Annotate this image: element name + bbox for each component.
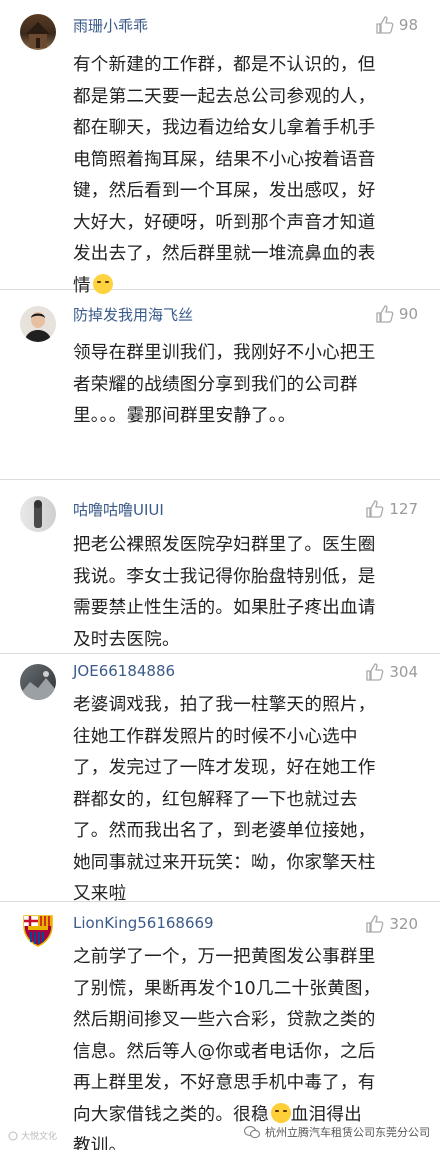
text-line: 了，发完过了一阵才发现，好在她工作 <box>73 758 376 778</box>
comment-3: 咕噜咕噜UIUI 127 把老公裸照发医院孕妇群里了。医生圈 我说。李女士我记得… <box>0 480 440 654</box>
username[interactable]: 防掉发我用海飞丝 <box>73 304 193 325</box>
watermark-right: 杭州立腾汽车租赁公司东莞分公司 <box>244 1124 430 1140</box>
avatar[interactable] <box>20 664 56 700</box>
text-line: 再上群里发，不好意思手机中毒了，有 <box>73 1073 376 1093</box>
text-line: 都是第二天要一起去总公司参观的人， <box>73 86 376 107</box>
text-fragment: 血泪得出 <box>290 1104 362 1125</box>
comment-4: JOE66184886 304 老婆调戏我，拍了我一柱擎天的照片， 往她工作群发… <box>0 654 440 904</box>
like-count: 90 <box>398 305 418 323</box>
text-line: 群都女的，红包解释了一下也就过去 <box>73 789 358 810</box>
text-line: 往她工作群发照片的时候不小心选中 <box>73 726 358 747</box>
text-line: 里。。。霎那间群里安静了。。 <box>73 406 296 426</box>
text-line: 老婆调戏我，拍了我一柱擎天的照片， <box>73 695 376 715</box>
text-line: 之前学了一个，万一把黄图发公事群里 <box>73 947 376 967</box>
thumbs-up-icon <box>366 663 384 681</box>
comment-text: 之前学了一个，万一把黄图发公事群里 了别慌，果断再发个10几二十张黄图， 然后期… <box>73 942 425 1150</box>
like-count: 127 <box>389 500 418 518</box>
like-button[interactable]: 127 <box>365 499 418 519</box>
like-button[interactable]: 320 <box>365 914 418 934</box>
text-line: 键，然后看到一个耳屎，发出感叹，好 <box>73 181 376 201</box>
comment-text: 老婆调戏我，拍了我一柱擎天的照片， 往她工作群发照片的时候不小心选中 了，发完过… <box>73 690 425 911</box>
text-fragment: 向大家借钱之类的。很稳 <box>73 1104 269 1125</box>
house-icon <box>26 22 50 48</box>
comment-text: 把老公裸照发医院孕妇群里了。医生圈 我说。李女士我记得你胎盘特别低，是 需要禁止… <box>73 530 425 656</box>
avatar[interactable] <box>20 14 56 50</box>
text-line: 发出去了，然后群里就一堆流鼻血的表 <box>73 244 376 264</box>
figure-icon <box>34 500 42 528</box>
like-button[interactable]: 98 <box>375 15 418 35</box>
watermark-left-text: 大悦文化 <box>21 1132 58 1142</box>
text-line: 她同事就过来开玩笑：呦，你家擎天柱 <box>73 852 376 873</box>
text-line: 及时去医院。 <box>73 629 180 650</box>
text-line: 把老公裸照发医院孕妇群里了。医生圈 <box>73 535 376 555</box>
like-button[interactable]: 90 <box>375 304 418 324</box>
comment-2: 防掉发我用海飞丝 90 领导在群里训我们，我刚好不小心把王 者荣耀的战绩图分享到… <box>0 290 440 480</box>
username[interactable]: LionKing56168669 <box>73 914 214 932</box>
avatar[interactable] <box>20 912 56 948</box>
fc-barcelona-crest-icon <box>23 915 53 947</box>
like-count: 98 <box>398 16 418 34</box>
comment-1: 雨珊小乖乖 98 有个新建的工作群，都是不认识的，但 都是第二天要一起去总公司参… <box>0 0 440 296</box>
thumbs-up-icon <box>366 500 384 518</box>
thumbs-up-icon <box>376 305 394 323</box>
watermark-right-text: 杭州立腾汽车租赁公司东莞分公司 <box>265 1126 430 1139</box>
like-count: 304 <box>389 663 418 681</box>
comment-text: 领导在群里训我们，我刚好不小心把王 者荣耀的战绩图分享到我们的公司群 里。。。霎… <box>73 338 425 433</box>
avatar[interactable] <box>20 496 56 532</box>
thumbs-up-icon <box>366 915 384 933</box>
like-button[interactable]: 304 <box>365 662 418 682</box>
text-line: 然后期间掺叉一些六合彩，贷款之类的 <box>73 1010 376 1030</box>
logo-icon <box>8 1131 18 1140</box>
text-line: 都在聊天，我边看边给女儿拿着手机手 <box>73 118 376 138</box>
text-line: 我说。李女士我记得你胎盘特别低，是 <box>73 566 376 587</box>
username[interactable]: JOE66184886 <box>73 662 175 680</box>
text-line: 电筒照着掏耳屎，结果不小心按着语音 <box>73 149 376 170</box>
person-icon <box>24 312 52 342</box>
text-line: 了别慌，果断再发个10几二十张黄图， <box>73 978 381 999</box>
wechat-icon <box>244 1125 260 1139</box>
text-line: 信息。然后等人@你或者电话你，之后 <box>73 1041 376 1062</box>
text-line: 领导在群里训我们，我刚好不小心把王 <box>73 343 376 363</box>
watermark-left: 大悦文化 <box>8 1129 57 1142</box>
landscape-icon <box>20 671 56 700</box>
text-line: 大好大，好硬呀，听到那个声音才知道 <box>73 212 376 233</box>
username[interactable]: 咕噜咕噜UIUI <box>73 499 164 520</box>
text-line: 了。然而我出名了，到老婆单位接她， <box>73 821 376 841</box>
text-line: 需要禁止性生活的。如果肚子疼出血请 <box>73 598 376 618</box>
thumbs-up-icon <box>376 16 394 34</box>
text-line: 者荣耀的战绩图分享到我们的公司群 <box>73 374 358 395</box>
comment-text: 有个新建的工作群，都是不认识的，但 都是第二天要一起去总公司参观的人， 都在聊天… <box>73 50 425 302</box>
text-line: 有个新建的工作群，都是不认识的，但 <box>73 55 376 75</box>
comment-5: LionKing56168669 320 之前学了一个，万一把黄图发公事群里 了… <box>0 902 440 1150</box>
avatar[interactable] <box>20 306 56 342</box>
crying-emoji-icon <box>270 1102 291 1123</box>
like-count: 320 <box>389 915 418 933</box>
username[interactable]: 雨珊小乖乖 <box>73 15 148 36</box>
